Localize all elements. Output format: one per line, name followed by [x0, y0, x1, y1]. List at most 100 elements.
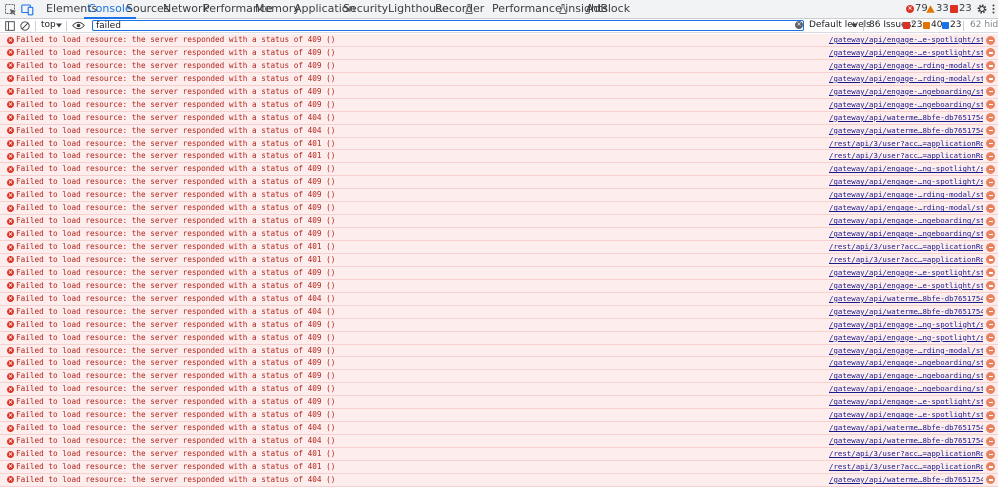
source-link[interactable]: /gateway/api/engage-…ngeboarding/start:1	[829, 99, 983, 111]
console-error-row[interactable]: × Failed to load resource: the server res…	[0, 292, 998, 306]
console-error-row[interactable]: × Failed to load resource: the server res…	[0, 344, 998, 358]
blocked-request-icon[interactable]	[986, 48, 995, 58]
source-link[interactable]: /gateway/api/engage-…e-spotlight/start:1	[829, 267, 983, 279]
source-link[interactable]: /rest/api/3/user?acc…=applicationRoles:1	[829, 254, 983, 266]
source-link[interactable]: /gateway/api/engage-…ng-spotlight/stop:1	[829, 332, 983, 344]
sidebar-toggle-icon[interactable]	[5, 21, 15, 31]
source-link[interactable]: /gateway/api/engage-…rding-modal/start:1	[829, 60, 983, 72]
issues-count[interactable]: 23	[959, 0, 972, 18]
warning-count[interactable]: 33	[936, 0, 949, 18]
console-error-row[interactable]: × Failed to load resource: the server res…	[0, 176, 998, 190]
console-error-row[interactable]: × Failed to load resource: the server res…	[0, 253, 998, 267]
blocked-request-icon[interactable]	[986, 100, 995, 110]
source-link[interactable]: /gateway/api/engage-…ngeboarding/start:1	[829, 383, 983, 395]
filter-input[interactable]	[92, 20, 804, 31]
inspect-element-icon[interactable]	[4, 3, 17, 16]
blocked-request-icon[interactable]	[986, 177, 995, 187]
chevron-down-icon[interactable]	[56, 23, 62, 28]
source-link[interactable]: /rest/api/3/user?acc…=applicationRoles:1	[829, 138, 983, 150]
console-error-row[interactable]: × Failed to load resource: the server res…	[0, 435, 998, 448]
source-link[interactable]: /gateway/api/engage-…e-spotlight/start:1	[829, 409, 983, 421]
console-error-row[interactable]: × Failed to load resource: the server res…	[0, 279, 998, 293]
console-error-row[interactable]: × Failed to load resource: the server res…	[0, 266, 998, 280]
blocked-request-icon[interactable]	[986, 229, 995, 239]
blocked-request-icon[interactable]	[986, 410, 995, 420]
blocked-request-icon[interactable]	[986, 164, 995, 174]
source-link[interactable]: /gateway/api/engage-…e-spotlight/start:1	[829, 34, 983, 46]
blocked-request-icon[interactable]	[986, 294, 995, 304]
source-link[interactable]: /gateway/api/engage-…ng-spotlight/stop:1	[829, 176, 983, 188]
source-link[interactable]: /gateway/api/engage-…ngeboarding/start:1	[829, 215, 983, 227]
console-error-row[interactable]: × Failed to load resource: the server res…	[0, 241, 998, 254]
source-link[interactable]: /gateway/api/waterme…8bfe-db7651754104:1	[829, 435, 983, 447]
tab-security[interactable]: Security	[343, 0, 388, 18]
source-link[interactable]: /gateway/api/engage-…ngeboarding/start:1	[829, 86, 983, 98]
source-link[interactable]: /gateway/api/engage-…rding-modal/start:1	[829, 73, 983, 85]
log-levels-dropdown[interactable]: Default levels	[809, 19, 871, 32]
source-link[interactable]: /gateway/api/waterme…8bfe-db7651754104:1	[829, 125, 983, 137]
console-error-row[interactable]: × Failed to load resource: the server res…	[0, 396, 998, 410]
settings-gear-icon[interactable]	[976, 3, 988, 15]
blocked-request-icon[interactable]	[986, 346, 995, 355]
blocked-request-icon[interactable]	[986, 268, 995, 278]
console-error-row[interactable]: × Failed to load resource: the server res…	[0, 124, 998, 138]
source-link[interactable]: /gateway/api/engage-…rding-modal/start:1	[829, 202, 983, 214]
blocked-request-icon[interactable]	[986, 449, 995, 459]
source-link[interactable]: /gateway/api/engage-…e-spotlight/start:1	[829, 280, 983, 292]
blocked-request-icon[interactable]	[986, 87, 995, 97]
console-error-row[interactable]: × Failed to load resource: the server res…	[0, 422, 998, 436]
source-link[interactable]: /gateway/api/engage-…rding-modal/start:1	[829, 345, 983, 357]
blocked-request-icon[interactable]	[986, 139, 995, 148]
blocked-request-icon[interactable]	[986, 190, 995, 200]
blocked-request-icon[interactable]	[986, 74, 995, 84]
source-link[interactable]: /gateway/api/engage-…ng-spotlight/stop:1	[829, 319, 983, 331]
console-error-row[interactable]: × Failed to load resource: the server res…	[0, 331, 998, 345]
console-error-row[interactable]: × Failed to load resource: the server res…	[0, 228, 998, 241]
blocked-request-icon[interactable]	[986, 203, 995, 213]
source-link[interactable]: /gateway/api/engage-…ngeboarding/start:1	[829, 357, 983, 369]
source-link[interactable]: /rest/api/3/user?acc…=applicationRoles:1	[829, 241, 983, 253]
blocked-request-icon[interactable]	[986, 397, 995, 407]
source-link[interactable]: /gateway/api/waterme…8bfe-db7651754104:1	[829, 112, 983, 124]
device-toolbar-icon[interactable]	[21, 3, 34, 16]
console-error-row[interactable]: × Failed to load resource: the server res…	[0, 383, 998, 397]
blocked-request-icon[interactable]	[986, 216, 995, 226]
console-error-row[interactable]: × Failed to load resource: the server res…	[0, 137, 998, 151]
live-expression-eye-icon[interactable]	[72, 21, 85, 30]
console-error-row[interactable]: × Failed to load resource: the server res…	[0, 46, 998, 60]
blocked-request-icon[interactable]	[986, 126, 995, 136]
blocked-request-icon[interactable]	[986, 320, 995, 330]
tab-adblock[interactable]: AdBlock	[586, 0, 630, 18]
issues-info-count[interactable]: 23	[950, 19, 961, 32]
console-error-row[interactable]: × Failed to load resource: the server res…	[0, 111, 998, 125]
blocked-request-icon[interactable]	[986, 475, 995, 485]
console-error-row[interactable]: × Failed to load resource: the server res…	[0, 473, 998, 487]
console-error-row[interactable]: × Failed to load resource: the server res…	[0, 357, 998, 371]
source-link[interactable]: /gateway/api/engage-…e-spotlight/start:1	[829, 396, 983, 408]
source-link[interactable]: /gateway/api/engage-…e-spotlight/start:1	[829, 47, 983, 59]
console-error-row[interactable]: × Failed to load resource: the server res…	[0, 370, 998, 384]
blocked-request-icon[interactable]	[986, 281, 995, 291]
blocked-request-icon[interactable]	[986, 371, 995, 381]
blocked-request-icon[interactable]	[986, 113, 995, 123]
console-error-row[interactable]: × Failed to load resource: the server res…	[0, 34, 998, 47]
source-link[interactable]: /rest/api/3/user?acc…=applicationRoles:1	[829, 448, 983, 460]
blocked-request-icon[interactable]	[986, 35, 995, 45]
blocked-request-icon[interactable]	[986, 255, 995, 265]
console-error-row[interactable]: × Failed to load resource: the server res…	[0, 409, 998, 423]
console-error-row[interactable]: × Failed to load resource: the server res…	[0, 305, 998, 319]
source-link[interactable]: /rest/api/3/user?acc…=applicationRoles:1	[829, 150, 983, 162]
console-error-row[interactable]: × Failed to load resource: the server res…	[0, 163, 998, 177]
console-error-row[interactable]: × Failed to load resource: the server res…	[0, 189, 998, 203]
source-link[interactable]: /gateway/api/engage-…rding-modal/start:1	[829, 189, 983, 201]
source-link[interactable]: /gateway/api/waterme…8bfe-db7651754104:1	[829, 474, 983, 486]
blocked-request-icon[interactable]	[986, 423, 995, 433]
console-error-row[interactable]: × Failed to load resource: the server res…	[0, 318, 998, 332]
tab-recorder[interactable]: Recorder	[435, 0, 484, 18]
context-selector[interactable]: top	[41, 19, 56, 32]
source-link[interactable]: /gateway/api/waterme…8bfe-db7651754104:1	[829, 422, 983, 434]
clear-console-icon[interactable]	[20, 21, 30, 31]
console-error-row[interactable]: × Failed to load resource: the server res…	[0, 72, 998, 86]
more-options-icon[interactable]	[991, 3, 996, 15]
console-error-row[interactable]: × Failed to load resource: the server res…	[0, 460, 998, 474]
